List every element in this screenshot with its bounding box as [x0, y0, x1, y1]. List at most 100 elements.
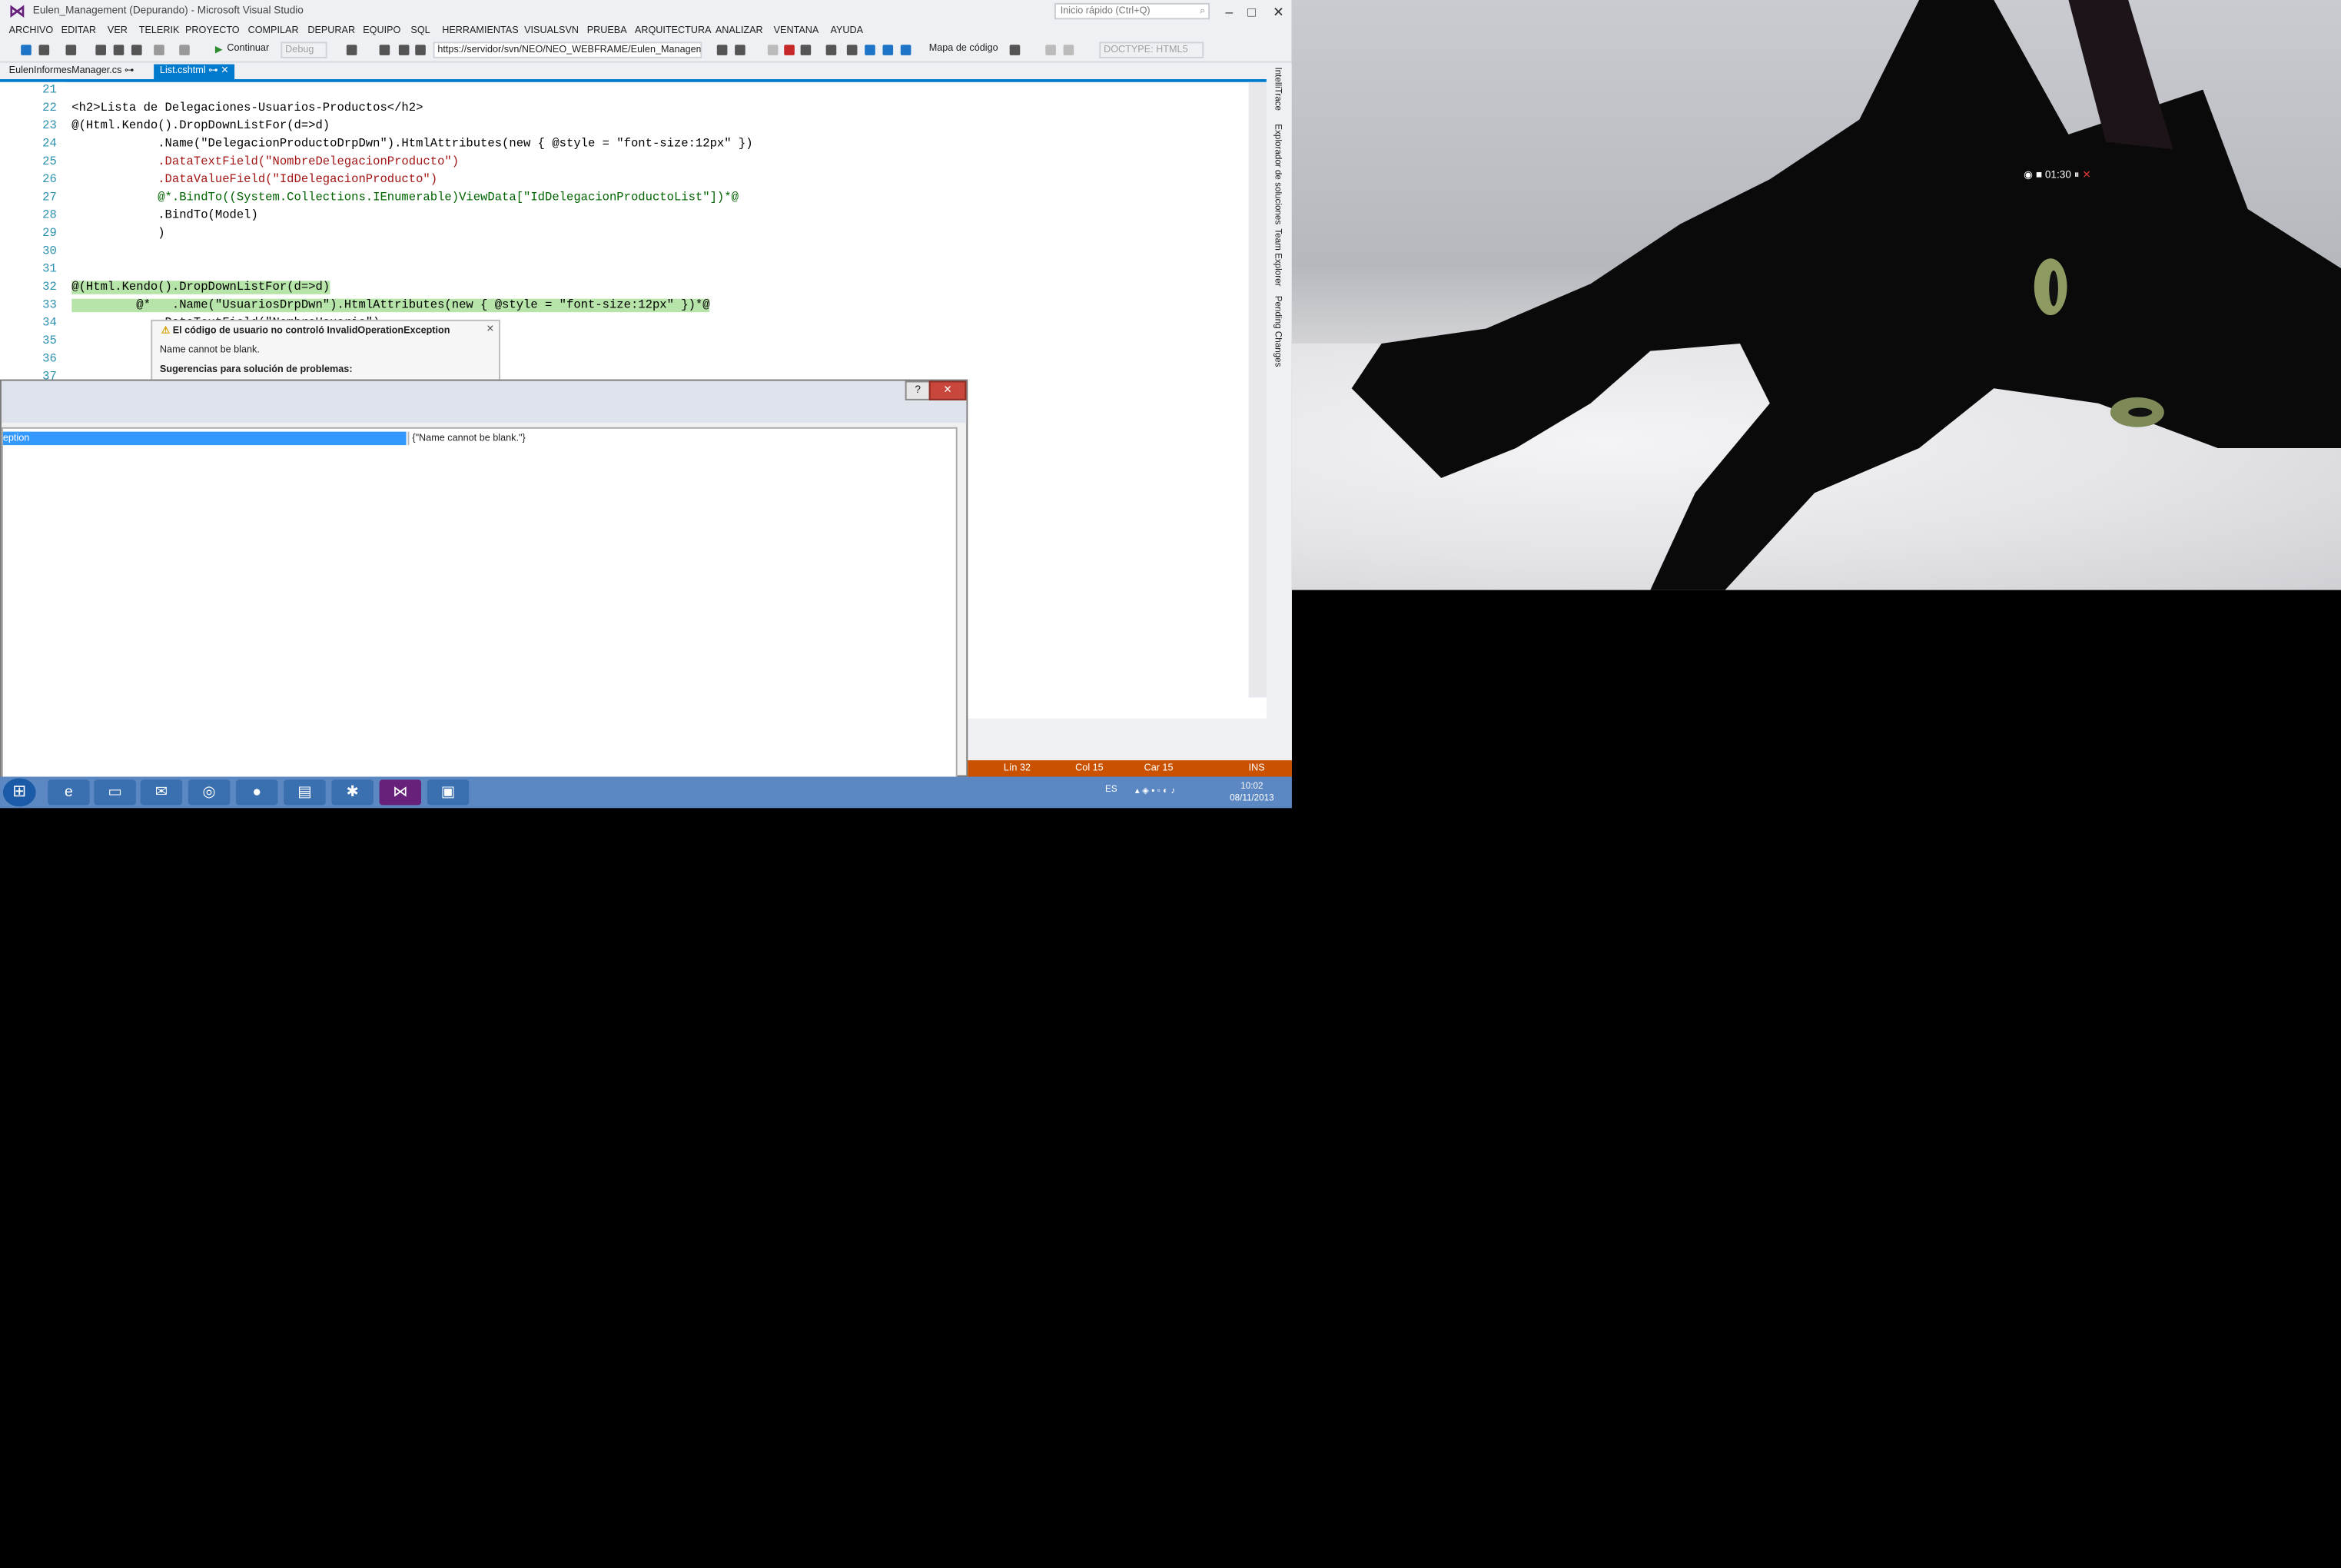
- stack-icon[interactable]: [415, 45, 426, 55]
- video-player-overlay[interactable]: ◉ ■ 01:30 ⏸ ✕: [2024, 169, 2091, 182]
- back-icon[interactable]: [21, 45, 32, 55]
- close-tab-icon[interactable]: ✕: [221, 66, 229, 77]
- menu-compilar[interactable]: COMPILAR: [248, 25, 299, 36]
- pin-icon[interactable]: ⊶: [125, 66, 134, 77]
- attach-icon[interactable]: [346, 45, 357, 55]
- line-number: 22: [42, 101, 57, 115]
- language-indicator[interactable]: ES: [1105, 786, 1117, 795]
- new-project-icon[interactable]: [65, 45, 77, 55]
- tools-app-icon[interactable]: ✱: [331, 779, 374, 806]
- line-number: 33: [42, 298, 57, 313]
- url-select[interactable]: https://servidor/svn/NEO/NEO_WEBFRAME/Eu…: [433, 42, 702, 58]
- dialog-close-button[interactable]: ✕: [928, 380, 967, 400]
- open-icon[interactable]: [95, 45, 106, 55]
- minimize-button[interactable]: –: [1219, 3, 1240, 21]
- menu-prueba[interactable]: PRUEBA: [587, 25, 627, 36]
- threads-icon[interactable]: [398, 45, 410, 55]
- side-tab-pending-changes[interactable]: Pending Changes: [1273, 296, 1282, 367]
- code-line: .DataTextField("NombreDelegacionProducto…: [71, 155, 460, 169]
- internet-explorer-icon[interactable]: e: [48, 779, 90, 806]
- menu-analizar[interactable]: ANALIZAR: [716, 25, 763, 36]
- help-button[interactable]: ?: [905, 380, 931, 400]
- side-tab-team-explorer[interactable]: Team Explorer: [1273, 228, 1282, 286]
- undo-icon[interactable]: [154, 45, 164, 55]
- code-line: ): [71, 227, 165, 241]
- close-recording-icon[interactable]: ✕: [2082, 171, 2090, 181]
- step-over-icon[interactable]: [865, 45, 875, 55]
- status-bar: Lín 32 Col 15 Car 15 INS: [968, 760, 1292, 777]
- restart-icon[interactable]: [800, 45, 812, 55]
- line-number: 23: [42, 119, 57, 133]
- quick-launch-input[interactable]: Inicio rápido (Ctrl+Q) ⌕: [1054, 2, 1210, 20]
- remote-desktop-icon[interactable]: ▣: [427, 779, 470, 806]
- menu-editar[interactable]: EDITAR: [61, 25, 96, 36]
- clock[interactable]: 10:02 08/11/2013: [1230, 781, 1274, 805]
- tools-icon[interactable]: [1009, 45, 1021, 55]
- comment-icon[interactable]: [1063, 45, 1074, 55]
- menu-depurar[interactable]: DEPURAR: [307, 25, 355, 36]
- tab-list-cshtml[interactable]: List.cshtml ⊶ ✕: [154, 64, 235, 79]
- menu-sql[interactable]: SQL: [410, 25, 430, 36]
- continue-button[interactable]: Continuar: [227, 43, 269, 54]
- exception-header: ⚠ El código de usuario no controló Inval…: [161, 324, 450, 337]
- vertical-scrollbar[interactable]: [1248, 81, 1267, 698]
- code-map-icon[interactable]: [900, 45, 911, 55]
- line-number: 29: [42, 227, 57, 241]
- status-col: Col 15: [1075, 763, 1104, 774]
- menu-proyecto[interactable]: PROYECTO: [185, 25, 240, 36]
- pause-icon[interactable]: ⏸: [2074, 171, 2080, 181]
- menu-arquitectura[interactable]: ARQUITECTURA: [635, 25, 712, 36]
- menu-herramientas[interactable]: HERRAMIENTAS: [442, 25, 518, 36]
- file-explorer-icon[interactable]: ▭: [94, 779, 136, 806]
- side-tab-intellitrace[interactable]: IntelliTrace: [1273, 67, 1282, 111]
- close-icon[interactable]: ✕: [486, 323, 495, 335]
- menu-ayuda[interactable]: AYUDA: [830, 25, 863, 36]
- step-filter-icon[interactable]: [716, 45, 728, 55]
- second-screen: ◉ ■ 01:30 ⏸ ✕: [1291, 0, 2341, 809]
- menu-ver[interactable]: VER: [108, 25, 128, 36]
- stop-icon[interactable]: [784, 45, 795, 55]
- step-out-icon[interactable]: [882, 45, 894, 55]
- tab-eulen-informes-manager[interactable]: EulenInformesManager.cs ⊶: [3, 65, 140, 79]
- pin-icon[interactable]: ⊶: [208, 66, 218, 77]
- status-insert-mode: INS: [1248, 763, 1265, 774]
- start-button[interactable]: ⊞: [2, 778, 36, 807]
- config-select[interactable]: Debug: [281, 42, 327, 58]
- save-all-icon[interactable]: [131, 45, 142, 55]
- side-tab-solution-explorer[interactable]: Explorador de soluciones: [1273, 124, 1282, 224]
- hex-icon[interactable]: [379, 45, 390, 55]
- toolbar: ▶ Continuar Debug https://servidor/svn/N…: [0, 40, 1292, 63]
- maximize-button[interactable]: □: [1241, 3, 1262, 21]
- exception-detail-dialog: ? ✕ eption {"Name cannot be blank."}: [0, 379, 968, 779]
- format-icon[interactable]: [1045, 45, 1056, 55]
- close-button[interactable]: ✕: [1268, 3, 1289, 21]
- doctype-select[interactable]: DOCTYPE: HTML5: [1099, 42, 1204, 58]
- menu-visualsvn[interactable]: VISUALSVN: [524, 25, 579, 36]
- exception-property-grid[interactable]: eption {"Name cannot be blank."}: [1, 427, 958, 779]
- step-into-icon[interactable]: [846, 45, 858, 55]
- line-number: 26: [42, 173, 57, 187]
- menu-equipo[interactable]: EQUIPO: [363, 25, 400, 36]
- line-number: 35: [42, 334, 57, 348]
- pause-icon[interactable]: [767, 45, 779, 55]
- save-icon[interactable]: [113, 45, 125, 55]
- forward-icon[interactable]: [38, 45, 50, 55]
- chrome-icon[interactable]: ●: [236, 779, 278, 806]
- menu-telerik[interactable]: TELERIK: [139, 25, 180, 36]
- notes-icon[interactable]: ▤: [284, 779, 326, 806]
- line-number: 25: [42, 155, 57, 169]
- app-icon[interactable]: ◎: [188, 779, 231, 806]
- windows-taskbar: ⊞ e ▭ ✉ ◎ ● ▤ ✱ ⋈ ▣ ES ▴ ◈ ▪ ▫ ◐ ♪ 10:02…: [0, 776, 1292, 809]
- tray-icons[interactable]: ▴ ◈ ▪ ▫ ◐ ♪: [1135, 786, 1175, 796]
- menu-ventana[interactable]: VENTANA: [774, 25, 819, 36]
- record-icon[interactable]: ◉: [2024, 171, 2033, 181]
- menu-archivo[interactable]: ARCHIVO: [9, 25, 54, 36]
- step-down-icon[interactable]: [735, 45, 745, 55]
- code-map-button[interactable]: Mapa de código: [929, 43, 998, 54]
- visual-studio-taskbar-icon[interactable]: ⋈: [379, 779, 422, 806]
- stop-icon[interactable]: ■: [2036, 171, 2042, 181]
- show-next-icon[interactable]: [825, 45, 837, 55]
- messenger-icon[interactable]: ✉: [140, 779, 183, 806]
- redo-icon[interactable]: [179, 45, 190, 55]
- selected-property-row[interactable]: eption: [2, 431, 407, 446]
